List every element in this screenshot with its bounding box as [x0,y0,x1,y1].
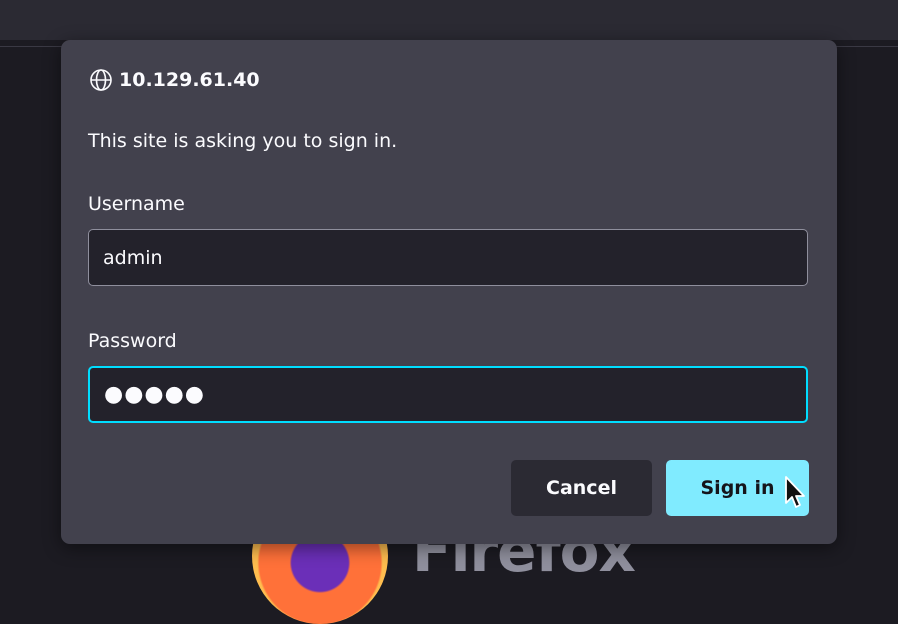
password-input[interactable] [88,366,808,423]
globe-icon [89,68,113,92]
username-input[interactable] [88,229,808,286]
browser-toolbar [0,0,898,40]
username-label: Username [88,193,185,215]
dialog-message: This site is asking you to sign in. [88,130,398,152]
auth-dialog: 10.129.61.40 This site is asking you to … [61,40,837,544]
dialog-host: 10.129.61.40 [119,69,260,91]
mouse-cursor-icon [785,476,805,508]
cancel-button[interactable]: Cancel [511,460,652,516]
dialog-header: 10.129.61.40 [89,68,260,92]
password-label: Password [88,330,177,352]
